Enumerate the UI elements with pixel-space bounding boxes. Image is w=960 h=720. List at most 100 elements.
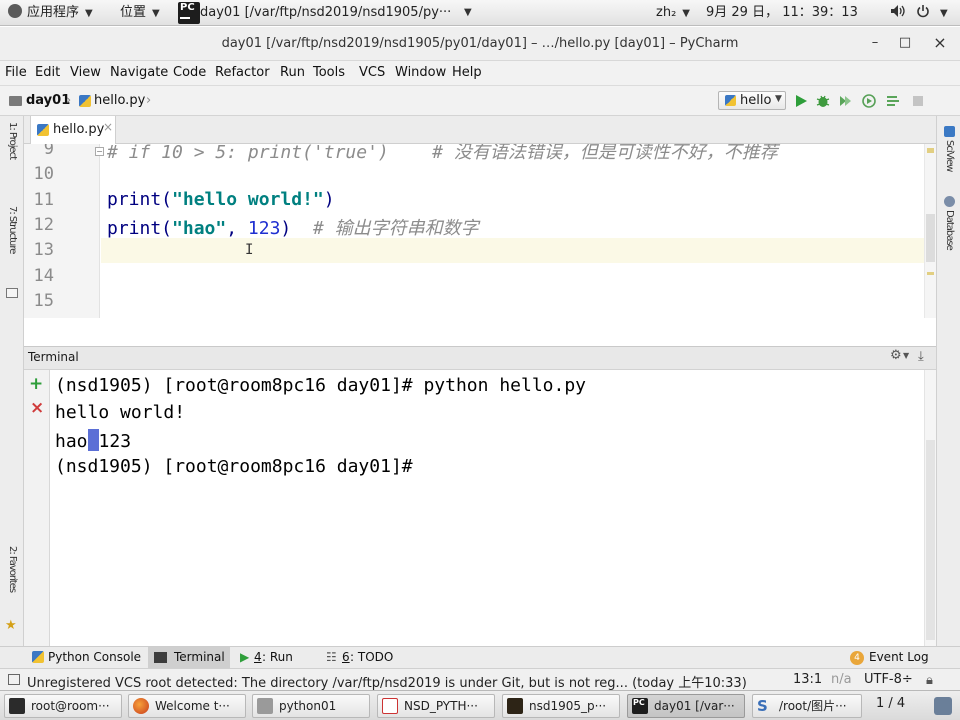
structure-tool-button[interactable]: 7: Structure (7, 206, 18, 253)
chevron-down-icon: ▼ (464, 7, 472, 18)
code-editor[interactable]: 9 10 11 12 13 14 15 − # if 10 > 5: print('true… (24, 144, 936, 318)
tab-python-console[interactable]: Python Console (28, 647, 143, 669)
taskbar: root@room··· Welcome t··· python01 NSD_P… (0, 690, 960, 720)
task-nsd1905[interactable]: nsd1905_p··· (502, 694, 620, 718)
menu-file[interactable]: File (5, 65, 27, 80)
terminal-icon (9, 698, 25, 714)
menu-run[interactable]: Run (280, 65, 305, 80)
chevron-down-icon[interactable]: ▼ (940, 0, 948, 26)
menu-refactor[interactable]: Refactor (215, 65, 270, 80)
close-session-button[interactable]: × (30, 398, 44, 418)
minimize-button[interactable]: – (866, 34, 884, 52)
power-icon[interactable] (916, 0, 930, 26)
terminal-title: Terminal (28, 350, 79, 364)
database-tool-button[interactable]: Database (944, 210, 955, 250)
sciview-tool-button[interactable]: SciView (944, 140, 955, 171)
caret-position[interactable]: 13:1 (793, 672, 822, 687)
menu-navigate[interactable]: Navigate (110, 65, 168, 80)
terminal-line: hao 123 (55, 429, 132, 452)
applications-menu[interactable]: 应用程序 ▼ (8, 0, 93, 26)
menu-view[interactable]: View (70, 65, 101, 80)
lock-icon[interactable]: 🔒︎ (926, 673, 933, 688)
browser-icon: S (757, 697, 768, 715)
star-icon: ★ (5, 618, 17, 633)
left-tool-strip: 1: Project 7: Structure 2: Favorites ★ (0, 116, 24, 646)
volume-icon[interactable] (890, 0, 906, 26)
run-icon: ▶ (240, 650, 250, 664)
menu-code[interactable]: Code (173, 65, 206, 80)
concurrency-diagram-icon[interactable] (885, 93, 901, 109)
status-toggle-icon[interactable] (8, 674, 20, 685)
menu-edit[interactable]: Edit (35, 65, 60, 80)
task-firefox[interactable]: Welcome t··· (128, 694, 246, 718)
tab-todo[interactable]: ☷ 6 : TODO (324, 647, 394, 669)
chevron-down-icon: ▼ (775, 94, 782, 104)
tab-run[interactable]: ▶ 4 : Run (238, 647, 308, 669)
active-window-menu[interactable]: PC day01 [/var/ftp/nsd2019/nsd1905/py···… (178, 0, 478, 26)
clock[interactable]: 9月 29 日， 11：39：13 (706, 0, 858, 26)
code-token: # 输出字符串和数字 (312, 217, 479, 239)
code-token: , (226, 217, 248, 239)
terminal-scroll-thumb[interactable] (926, 440, 935, 640)
menu-window[interactable]: Window (395, 65, 446, 80)
close-tab-icon[interactable]: × (103, 120, 113, 134)
menu-bar: File Edit View Navigate Code Refactor Ru… (0, 61, 960, 86)
fold-marker-icon[interactable]: − (95, 147, 104, 156)
vcs-notification[interactable]: Unregistered VCS root detected: The dire… (27, 672, 747, 691)
menu-vcs[interactable]: VCS (359, 65, 385, 80)
profile-icon[interactable] (861, 93, 877, 109)
window-title: day01 [/var/ftp/nsd2019/nsd1905/py01/day… (221, 36, 739, 51)
tab-hello-py[interactable]: hello.py × (30, 116, 116, 144)
places-menu[interactable]: 位置 ▼ (120, 0, 160, 26)
favorites-tool-button[interactable]: 2: Favorites (7, 546, 18, 592)
task-python01[interactable]: python01 (252, 694, 370, 718)
menu-help[interactable]: Help (452, 65, 482, 80)
breadcrumb-separator: › (146, 93, 152, 108)
current-line-highlight (101, 238, 936, 263)
input-method-indicator[interactable]: zh₂ ▼ (656, 0, 690, 26)
stop-icon[interactable] (910, 93, 926, 109)
breadcrumb-project[interactable]: day01 (26, 93, 70, 108)
line-number: 13 (33, 240, 54, 261)
project-tool-button[interactable]: 1: Project (7, 122, 18, 159)
code-line: print("hello world!") (107, 189, 335, 210)
close-button[interactable]: × (931, 34, 949, 52)
folder-icon (9, 96, 22, 106)
code-token: ) (323, 188, 335, 210)
editor-scroll-thumb[interactable] (926, 214, 935, 262)
terminal-panel[interactable]: + × (nsd1905) [root@room8pc16 day01]# py… (24, 370, 936, 646)
task-terminal[interactable]: root@room··· (4, 694, 122, 718)
maximize-button[interactable]: □ (896, 34, 914, 52)
code-line: # if 10 > 5: print('true') # 没有语法错误，但是可读… (107, 144, 778, 164)
breadcrumb-file[interactable]: hello.py (94, 93, 145, 108)
tab-event-log[interactable]: 4 Event Log (850, 647, 954, 669)
terminal-cursor (87, 429, 99, 451)
window-titlebar: day01 [/var/ftp/nsd2019/nsd1905/py01/day… (0, 27, 960, 61)
hide-panel-icon[interactable]: ⤓ (918, 349, 924, 364)
gear-icon[interactable]: ⚙ (890, 348, 902, 363)
todo-icon: ☷ (326, 650, 337, 664)
tab-terminal[interactable]: Terminal (148, 647, 230, 669)
terminal-session-bar: + × (24, 370, 50, 646)
run-with-coverage-icon[interactable] (838, 93, 854, 109)
notification-tray-icon[interactable] (934, 697, 952, 715)
right-tool-strip: SciView Database (936, 116, 960, 646)
line-number: 14 (33, 265, 54, 286)
menu-tools[interactable]: Tools (313, 65, 345, 80)
task-pycharm[interactable]: PC day01 [/var··· (627, 694, 745, 718)
run-configuration-select[interactable]: hello ▼ (718, 91, 786, 110)
code-token: 123 (247, 217, 281, 239)
task-pictures[interactable]: S /root/图片··· (752, 694, 862, 718)
file-encoding[interactable]: UTF-8÷ (864, 672, 913, 687)
debug-icon[interactable] (815, 93, 831, 109)
terminal-scrollbar[interactable] (924, 370, 936, 646)
run-icon[interactable] (793, 93, 809, 109)
new-session-button[interactable]: + (29, 374, 43, 394)
code-token: "hao" (172, 217, 227, 239)
firefox-icon (133, 698, 149, 714)
chevron-down-icon: ▼ (85, 8, 93, 19)
editor-scrollbar[interactable] (924, 144, 936, 318)
workspace-indicator[interactable]: 1 / 4 (876, 696, 905, 711)
task-nsd-python[interactable]: NSD_PYTH··· (377, 694, 495, 718)
chevron-down-icon[interactable]: ▼ (903, 351, 909, 360)
